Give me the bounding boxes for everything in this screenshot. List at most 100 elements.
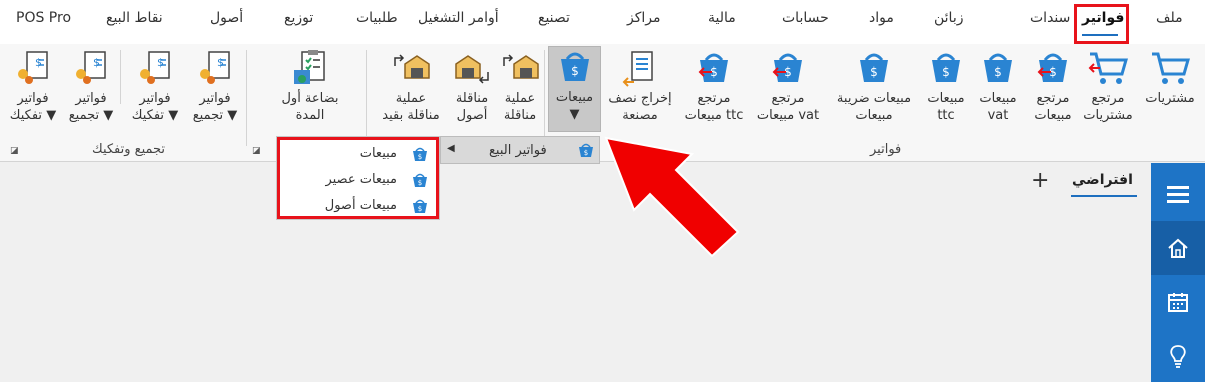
lightbulb-icon [1170,345,1186,368]
purchase-return-button[interactable]: مرتجع مشتريات [1076,48,1140,132]
ribbon-tabs: ملف فواتير سندات زبائن مواد حسابات مالية… [0,0,1205,44]
disassembly-invoice-2-label-2: تفكيك ▼ [9,108,57,123]
tab-highlight-frame [1074,4,1129,44]
sales-dropdown-label: مبيعات [555,90,594,105]
add-tab-button[interactable]: + [1031,168,1049,193]
tab-customers[interactable]: زبائن [934,10,963,26]
purchase-return-label-2: مشتريات [1083,108,1133,123]
group-launcher-icon[interactable]: ◪ [252,146,261,156]
disassembly-invoice-label-1: فواتير [139,91,171,106]
sales-dropdown-button[interactable]: $ مبيعات ▼ [548,46,601,132]
disassembly-invoice-button-2[interactable]: $ فواتير تفكيك ▼ [4,48,62,132]
transfer-with-entry-label-2: مناقلة بقيد [382,108,440,123]
sales-invoices-submenu[interactable]: ◀ فواتير البيع $ [440,136,600,164]
warehouse-transfer-icon [455,55,489,84]
tab-distribution[interactable]: توزيع [284,10,313,26]
calendar-button[interactable] [1151,275,1205,329]
home-icon [1168,238,1188,258]
tab-requests[interactable]: طلبيات [356,10,398,26]
svg-text:$: $ [157,56,164,69]
sales-tax-label-1: مبيعات ضريبة [836,91,912,106]
tab-pos[interactable]: نقاط البيع [106,10,163,26]
sales-tax-button[interactable]: $ مبيعات ضريبة مبيعات [828,48,920,132]
sales-vat-return-label-1: مرتجع [771,91,805,106]
calendar-icon [1168,293,1188,312]
group-launcher-icon[interactable]: ◪ [10,146,19,156]
group-separator [246,50,247,146]
purchases-label: مشتريات [1145,91,1195,106]
tab-centers[interactable]: مراكز [627,10,661,26]
basket-icon: $ [984,53,1012,82]
transfer-with-entry-label-1: عملية [395,91,427,106]
tab-manufacturing[interactable]: تصنيع [538,10,570,26]
tips-button[interactable] [1151,329,1205,382]
sales-return-label-2: مبيعات [1034,108,1072,123]
svg-text:$: $ [584,149,588,157]
svg-text:$: $ [942,65,950,79]
disassembly-invoice-2-label-1: فواتير [17,91,49,106]
disassembly-invoice-label-2: تفكيك ▼ [131,108,179,123]
workspace [0,163,1151,382]
basket-return-icon: $ [698,53,728,82]
assembly-invoice-button[interactable]: $ فواتير تجميع ▼ [186,48,244,132]
hamburger-icon [1167,186,1189,203]
workspace-tab-default[interactable]: افتراضي [1072,172,1133,188]
flyout-highlight-frame [277,137,439,219]
sales-vat-return-button[interactable]: $ مرتجع مبيعات vat [752,48,824,132]
svg-text:$: $ [571,64,579,78]
basket-icon: $ [560,52,589,81]
sales-ttc-return-label-2: مبيعات ttc [684,108,744,123]
assembly-invoice-button-2[interactable]: $ فواتير تجميع ▼ [62,48,120,132]
asset-transfer-button[interactable]: مناقلة أصول [448,48,496,132]
clipboard-calendar-icon [294,50,325,84]
tab-materials[interactable]: مواد [869,10,894,26]
sales-return-label-1: مرتجع [1036,91,1070,106]
document-out-icon [622,51,653,87]
basket-icon: $ [860,53,888,82]
transfer-operation-label-1: عملية [504,91,536,106]
sales-dropdown-caret: ▼ [569,107,580,122]
transfer-operation-button[interactable]: عملية مناقلة [496,48,544,132]
tab-vouchers[interactable]: سندات [1030,10,1070,26]
sales-return-button[interactable]: $ مرتجع مبيعات [1021,48,1085,132]
basket-icon: $ [932,53,960,82]
svg-text:$: $ [217,56,224,69]
semi-finished-output-button[interactable]: إخراج نصف مصنعة [604,48,676,132]
submenu-arrow-icon: ◀ [447,143,455,154]
tab-work-orders[interactable]: أوامر التشغيل [418,10,499,26]
home-button[interactable] [1151,221,1205,275]
sales-ttc-button[interactable]: $ مبيعات ttc [914,48,978,132]
opening-stock-button[interactable]: بضاعة أول المدة [270,48,350,132]
assembly-invoice-2-label-1: فواتير [75,91,107,106]
semi-finished-label-1: إخراج نصف [608,91,672,106]
assembly-invoice-label-2: تجميع ▼ [192,108,238,123]
menu-button[interactable] [1151,167,1205,221]
tab-file[interactable]: ملف [1156,10,1183,26]
svg-text:$: $ [994,65,1002,79]
basket-return-icon: $ [1037,53,1067,82]
opening-stock-label-2: المدة [295,108,325,123]
transfer-with-entry-button[interactable]: عملية مناقلة بقيد [376,48,446,132]
asset-transfer-label-2: أصول [456,108,488,123]
sales-invoices-label: فواتير البيع [489,143,547,158]
transfer-operation-label-2: مناقلة [503,108,537,123]
group-separator [544,50,545,146]
tab-accounts[interactable]: حسابات [782,10,829,26]
sales-ttc-return-button[interactable]: $ مرتجع مبيعات ttc [678,48,750,132]
tab-pos-pro[interactable]: POS Pro [16,10,71,26]
annotation-arrow-icon [604,136,740,258]
sales-vat-return-label-2: مبيعات vat [756,108,820,123]
basket-return-icon: $ [772,53,802,82]
sales-tax-label-2: مبيعات [855,108,893,123]
tab-finance[interactable]: مالية [708,10,736,26]
invoices-group-label: فواتير [870,142,902,157]
assembly-invoice-icon: $ [200,51,230,84]
asset-transfer-label-1: مناقلة [455,91,489,106]
assembly-invoice-2-label-2: تجميع ▼ [68,108,114,123]
sales-ttc-label-1: مبيعات [927,91,965,106]
purchases-button[interactable]: مشتريات [1138,48,1202,132]
disassembly-invoice-button[interactable]: $ فواتير تفكيك ▼ [126,48,184,132]
warehouse-transfer-icon [394,54,430,79]
assembly-invoice-label-1: فواتير [199,91,231,106]
tab-assets[interactable]: أصول [210,10,243,26]
